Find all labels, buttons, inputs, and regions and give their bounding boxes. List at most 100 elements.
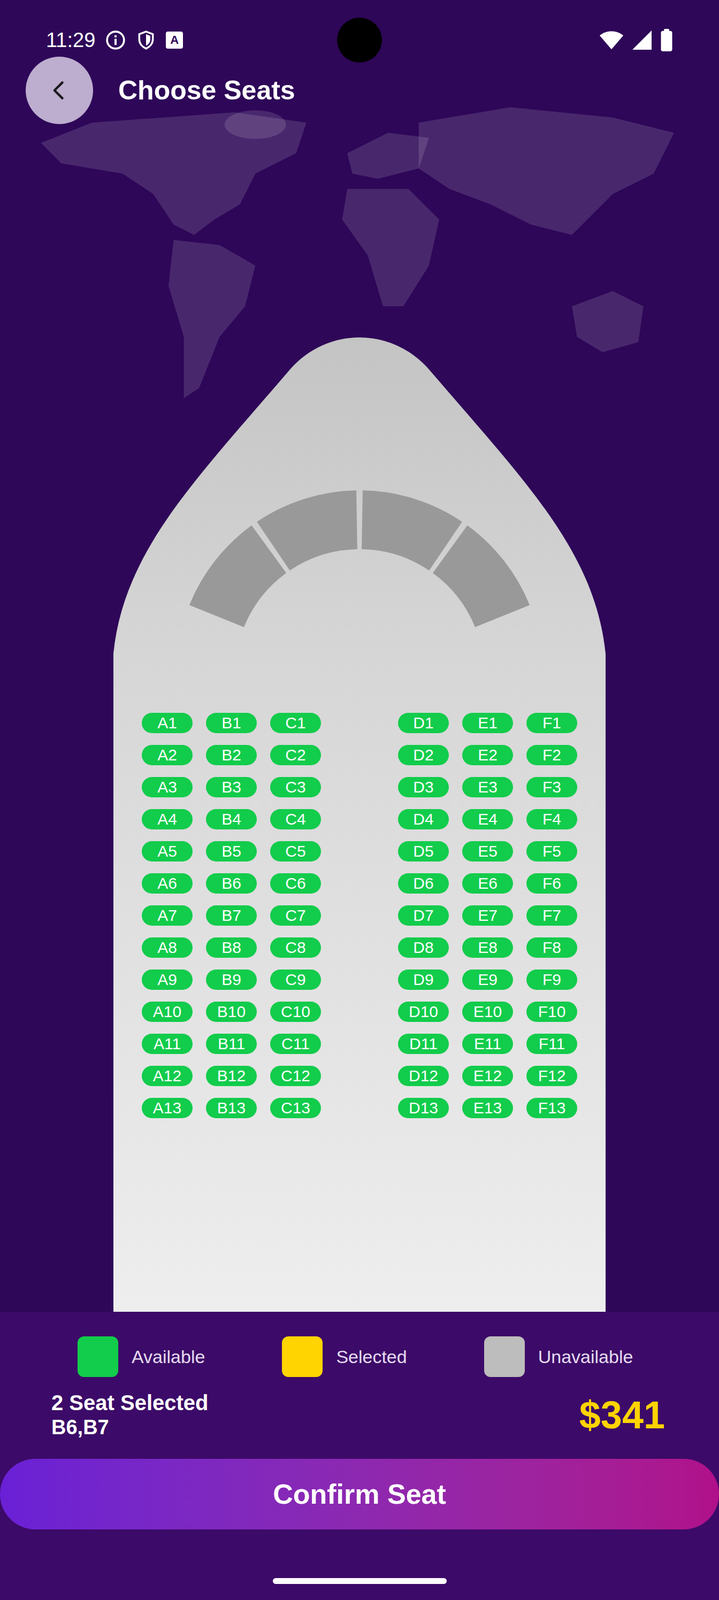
seat[interactable]: B6 bbox=[205, 873, 257, 894]
seat[interactable]: A8 bbox=[141, 937, 193, 959]
camera-hole bbox=[337, 17, 382, 63]
seat[interactable]: E11 bbox=[462, 1034, 514, 1055]
seat[interactable]: F2 bbox=[526, 745, 578, 766]
seat[interactable]: C7 bbox=[270, 905, 321, 927]
seat-label: B7 bbox=[221, 907, 242, 924]
seat[interactable]: C6 bbox=[270, 873, 321, 894]
selected-seats: B6,B7 bbox=[51, 1415, 209, 1441]
seat[interactable]: A9 bbox=[141, 969, 193, 991]
seat[interactable]: B9 bbox=[205, 969, 257, 991]
back-button[interactable] bbox=[25, 56, 94, 125]
seat[interactable]: B5 bbox=[205, 841, 257, 862]
seat[interactable]: A7 bbox=[141, 905, 193, 927]
seat[interactable]: E4 bbox=[462, 809, 514, 830]
seat[interactable]: A6 bbox=[141, 873, 193, 894]
seat[interactable]: F1 bbox=[526, 713, 578, 734]
seat[interactable]: B13 bbox=[205, 1098, 257, 1119]
seat[interactable]: C9 bbox=[270, 969, 321, 991]
seat-label: C4 bbox=[285, 811, 306, 828]
seat[interactable]: A4 bbox=[141, 809, 193, 830]
seat[interactable]: D11 bbox=[398, 1034, 449, 1055]
seat[interactable]: C2 bbox=[270, 745, 321, 766]
seat[interactable]: D8 bbox=[398, 937, 449, 959]
seat[interactable]: B2 bbox=[205, 745, 257, 766]
seat[interactable]: E12 bbox=[462, 1066, 514, 1087]
seat[interactable]: F6 bbox=[526, 873, 578, 894]
seat[interactable]: D3 bbox=[398, 777, 449, 798]
seat[interactable]: B8 bbox=[205, 937, 257, 959]
seat[interactable]: F4 bbox=[526, 809, 578, 830]
seat[interactable]: D10 bbox=[398, 1001, 449, 1023]
seat[interactable]: A1 bbox=[141, 713, 193, 734]
seat[interactable]: D1 bbox=[398, 713, 449, 734]
page-title: Choose Seats bbox=[118, 73, 296, 108]
seat-label: A1 bbox=[157, 715, 178, 732]
seat-label: C5 bbox=[285, 843, 306, 860]
seat[interactable]: A2 bbox=[141, 745, 193, 766]
seat[interactable]: C8 bbox=[270, 937, 321, 959]
seat[interactable]: E9 bbox=[462, 969, 514, 991]
seat[interactable]: F5 bbox=[526, 841, 578, 862]
seat-label: D3 bbox=[412, 779, 434, 796]
seat[interactable]: A5 bbox=[141, 841, 193, 862]
seat[interactable]: E8 bbox=[462, 937, 514, 959]
seat-label: D12 bbox=[408, 1068, 439, 1085]
seat[interactable]: E6 bbox=[462, 873, 514, 894]
seat[interactable]: E13 bbox=[462, 1098, 514, 1119]
seat[interactable]: C5 bbox=[270, 841, 321, 862]
seat[interactable]: A13 bbox=[141, 1098, 193, 1119]
seat[interactable]: D6 bbox=[398, 873, 449, 894]
legend-item: Available bbox=[77, 1336, 205, 1378]
seat-group: D10 E10 F10 bbox=[398, 1001, 578, 1023]
seat[interactable]: F3 bbox=[526, 777, 578, 798]
seat-label: C1 bbox=[285, 715, 306, 732]
seat[interactable]: F11 bbox=[526, 1034, 578, 1055]
seat[interactable]: C10 bbox=[270, 1001, 321, 1023]
seat[interactable]: C1 bbox=[270, 713, 321, 734]
seat[interactable]: A10 bbox=[141, 1001, 193, 1023]
seat[interactable]: C13 bbox=[270, 1098, 321, 1119]
seat[interactable]: B3 bbox=[205, 777, 257, 798]
seat[interactable]: E10 bbox=[462, 1001, 514, 1023]
seat[interactable]: C4 bbox=[270, 809, 321, 830]
confirm-button[interactable]: Confirm Seat bbox=[0, 1459, 719, 1531]
seat[interactable]: E7 bbox=[462, 905, 514, 927]
seat[interactable]: A12 bbox=[141, 1066, 193, 1087]
seat[interactable]: C12 bbox=[270, 1066, 321, 1087]
seat[interactable]: D13 bbox=[398, 1098, 449, 1119]
seat[interactable]: D5 bbox=[398, 841, 449, 862]
seat[interactable]: F13 bbox=[526, 1098, 578, 1119]
seat-group: A1 B1 C1 bbox=[141, 713, 321, 734]
seat[interactable]: D4 bbox=[398, 809, 449, 830]
seat[interactable]: B4 bbox=[205, 809, 257, 830]
seat[interactable]: B1 bbox=[205, 713, 257, 734]
seat[interactable]: E3 bbox=[462, 777, 514, 798]
seat-row: A6 B6 C6 D6 E6 F6 bbox=[141, 873, 578, 894]
seat[interactable]: F8 bbox=[526, 937, 578, 959]
seat[interactable]: E2 bbox=[462, 745, 514, 766]
seat[interactable]: A11 bbox=[141, 1034, 193, 1055]
seat-label: F5 bbox=[542, 843, 562, 860]
seat[interactable]: D12 bbox=[398, 1066, 449, 1087]
seat-row: A11 B11 C11 D11 E11 F11 bbox=[141, 1034, 578, 1055]
seat[interactable]: C3 bbox=[270, 777, 321, 798]
seat-label: E4 bbox=[477, 811, 498, 828]
seat[interactable]: F12 bbox=[526, 1066, 578, 1087]
seat[interactable]: D2 bbox=[398, 745, 449, 766]
seat[interactable]: D9 bbox=[398, 969, 449, 991]
seat[interactable]: F9 bbox=[526, 969, 578, 991]
seat[interactable]: B12 bbox=[205, 1066, 257, 1087]
seat[interactable]: B7 bbox=[205, 905, 257, 927]
seat[interactable]: B10 bbox=[205, 1001, 257, 1023]
seat-row: A5 B5 C5 D5 E5 F5 bbox=[141, 841, 578, 862]
seat[interactable]: A3 bbox=[141, 777, 193, 798]
seat[interactable]: F7 bbox=[526, 905, 578, 927]
seat-label: D4 bbox=[412, 811, 434, 828]
seat[interactable]: B11 bbox=[205, 1034, 257, 1055]
seat[interactable]: C11 bbox=[270, 1034, 321, 1055]
seat[interactable]: E5 bbox=[462, 841, 514, 862]
legend-swatch bbox=[281, 1336, 323, 1378]
seat[interactable]: F10 bbox=[526, 1001, 578, 1023]
seat[interactable]: E1 bbox=[462, 713, 514, 734]
seat[interactable]: D7 bbox=[398, 905, 449, 927]
